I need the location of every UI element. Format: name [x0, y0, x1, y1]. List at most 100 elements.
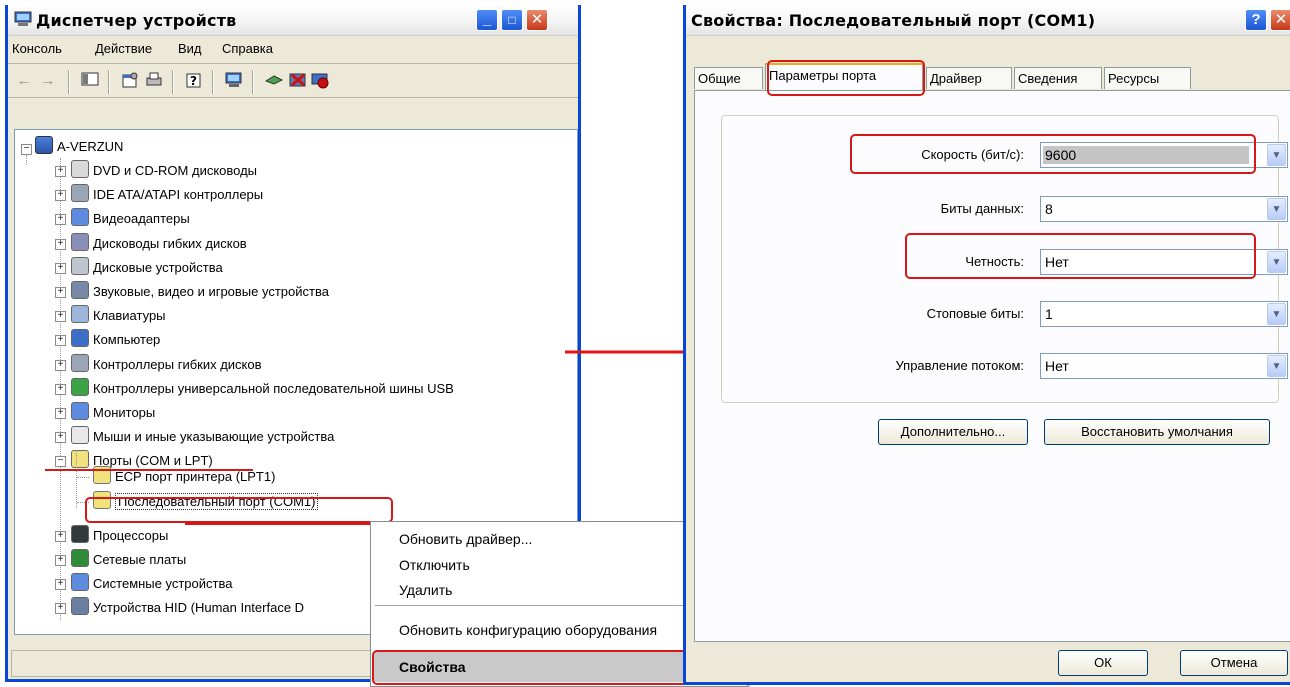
expand-icon[interactable]: + — [55, 311, 66, 323]
help-button[interactable]: ? — [1245, 9, 1267, 31]
tree-category-item[interactable]: Мыши и иные указывающие устройства — [71, 426, 334, 448]
close-button[interactable]: ✕ — [526, 9, 548, 31]
expand-icon[interactable]: + — [55, 335, 66, 347]
flow-control-value: Нет — [1045, 358, 1069, 374]
chevron-down-icon[interactable]: ▼ — [1267, 198, 1286, 220]
tree-category-item[interactable]: Контроллеры универсальной последовательн… — [71, 377, 454, 400]
expand-icon[interactable]: + — [55, 359, 66, 371]
flow-control-label: Управление потоком: — [895, 358, 1024, 373]
properties-titlebar[interactable]: Свойства: Последовательный порт (COM1) ?… — [686, 5, 1290, 36]
expand-icon[interactable]: + — [55, 579, 66, 590]
chevron-down-icon[interactable]: ▼ — [1267, 251, 1286, 273]
mouse-icon — [71, 426, 89, 445]
tree-category-item[interactable]: Контроллеры гибких дисков — [71, 353, 262, 376]
tree-category-label: Дисководы гибких дисков — [93, 235, 247, 251]
menu-uninstall[interactable]: Удалить — [399, 582, 452, 598]
expand-icon[interactable]: + — [55, 603, 66, 615]
expand-icon[interactable]: + — [55, 383, 66, 395]
chevron-down-icon[interactable]: ▼ — [1267, 144, 1286, 166]
tree-category-label: Мыши и иные указывающие устройства — [93, 429, 335, 445]
menu-disable[interactable]: Отключить — [399, 557, 470, 573]
properties-icon[interactable] — [120, 71, 140, 91]
computer-icon — [71, 329, 89, 348]
ok-button[interactable]: ОК — [1058, 650, 1148, 676]
tab-driver[interactable]: Драйвер — [926, 67, 1012, 89]
chevron-down-icon[interactable]: ▼ — [1267, 303, 1286, 325]
collapse-root-icon[interactable]: − — [21, 144, 32, 155]
menu-console[interactable]: Консоль — [12, 41, 62, 56]
tree-category-item[interactable]: Звуковые, видео и игровые устройства — [71, 281, 329, 303]
tree-category-item[interactable]: Сетевые платы — [71, 548, 187, 571]
chevron-down-icon[interactable]: ▼ — [1267, 355, 1286, 377]
restore-defaults-button[interactable]: Восстановить умолчания — [1044, 419, 1270, 445]
menu-help[interactable]: Справка — [222, 41, 273, 56]
toolbar-separator — [252, 70, 254, 94]
tree-category-item[interactable]: Видеоадаптеры — [71, 208, 190, 230]
update-driver-icon[interactable] — [264, 71, 284, 91]
advanced-button[interactable]: Дополнительно... — [878, 419, 1028, 445]
ide-controller-icon — [71, 184, 89, 203]
tab-resources[interactable]: Ресурсы — [1104, 67, 1191, 89]
device-manager-titlebar[interactable]: Диспетчер устройств _ □ ✕ — [8, 5, 578, 36]
tab-general[interactable]: Общие — [694, 67, 763, 89]
collapse-ports-icon[interactable]: − — [55, 456, 66, 468]
tree-category-item[interactable]: Устройства HID (Human Interface D — [71, 597, 304, 619]
tree-category-label: DVD и CD-ROM дисководы — [93, 163, 258, 178]
stop-bits-select[interactable]: 1 ▼ — [1040, 301, 1288, 327]
show-hide-tree-icon[interactable] — [80, 71, 100, 91]
stop-bits-label: Стоповые биты: — [926, 306, 1024, 321]
help-icon[interactable]: ? — [184, 71, 204, 91]
tree-root[interactable]: A-VERZUN — [35, 136, 123, 158]
tree-category-item[interactable]: Процессоры — [71, 524, 168, 547]
tab-details[interactable]: Сведения — [1014, 67, 1102, 89]
toolbar-separator — [172, 70, 174, 94]
menu-action[interactable]: Действие — [95, 41, 152, 56]
expand-icon[interactable]: + — [55, 166, 66, 177]
tree-category-item[interactable]: IDE ATA/ATAPI контроллеры — [71, 184, 263, 206]
minimize-button[interactable]: _ — [476, 9, 498, 31]
forward-arrow-icon[interactable]: → — [38, 71, 58, 91]
menu-view[interactable]: Вид — [178, 41, 202, 56]
maximize-button[interactable]: □ — [501, 9, 523, 31]
tree-category-item[interactable]: Клавиатуры — [71, 305, 166, 327]
hid-icon — [71, 597, 89, 616]
data-bits-value: 8 — [1045, 201, 1053, 217]
expand-icon[interactable]: + — [55, 238, 66, 250]
expand-icon[interactable]: + — [55, 530, 66, 542]
expand-icon[interactable]: + — [55, 287, 66, 298]
tree-category-label: Компьютер — [93, 332, 161, 348]
flow-control-select[interactable]: Нет ▼ — [1040, 353, 1288, 379]
tree-category-label: Сетевые платы — [93, 551, 187, 567]
tree-category-item[interactable]: Компьютер — [71, 329, 160, 351]
print-icon[interactable] — [144, 71, 164, 91]
tree-category-label: Клавиатуры — [93, 308, 166, 324]
scan-hardware-icon[interactable] — [224, 71, 244, 91]
expand-icon[interactable]: + — [55, 432, 66, 444]
menu-scan-hardware[interactable]: Обновить конфигурацию оборудования — [399, 622, 657, 638]
tree-category-label: Дисковые устройства — [93, 259, 223, 275]
dialog-title: Свойства: Последовательный порт (COM1) — [691, 11, 1096, 30]
expand-icon[interactable]: + — [55, 262, 66, 274]
uninstall-icon[interactable] — [288, 71, 308, 91]
back-arrow-icon[interactable]: ← — [14, 71, 34, 91]
close-button[interactable]: ✕ — [1270, 9, 1290, 31]
computer-icon — [35, 136, 53, 154]
properties-dialog: Свойства: Последовательный порт (COM1) ?… — [683, 5, 1290, 685]
stop-bits-value: 1 — [1045, 306, 1053, 322]
disable-icon[interactable] — [310, 71, 330, 91]
tree-category-item[interactable]: Мониторы — [71, 402, 155, 424]
tree-category-item[interactable]: Дисковые устройства — [71, 256, 223, 279]
expand-icon[interactable]: + — [55, 554, 66, 566]
tree-category-item[interactable]: Дисководы гибких дисков — [71, 232, 247, 255]
data-bits-select[interactable]: 8 ▼ — [1040, 196, 1288, 222]
tree-category-item[interactable]: Системные устройства — [71, 573, 232, 595]
expand-icon[interactable]: + — [55, 190, 66, 202]
tree-category-item[interactable]: DVD и CD-ROM дисководы — [71, 160, 257, 182]
expand-icon[interactable]: + — [55, 408, 66, 419]
menu-update-driver[interactable]: Обновить драйвер... — [399, 531, 532, 547]
dvd-drive-icon — [71, 160, 89, 178]
expand-icon[interactable]: + — [55, 214, 66, 226]
cancel-button[interactable]: Отмена — [1180, 650, 1288, 676]
toolbar-separator — [108, 70, 110, 94]
usb-icon — [71, 377, 89, 396]
